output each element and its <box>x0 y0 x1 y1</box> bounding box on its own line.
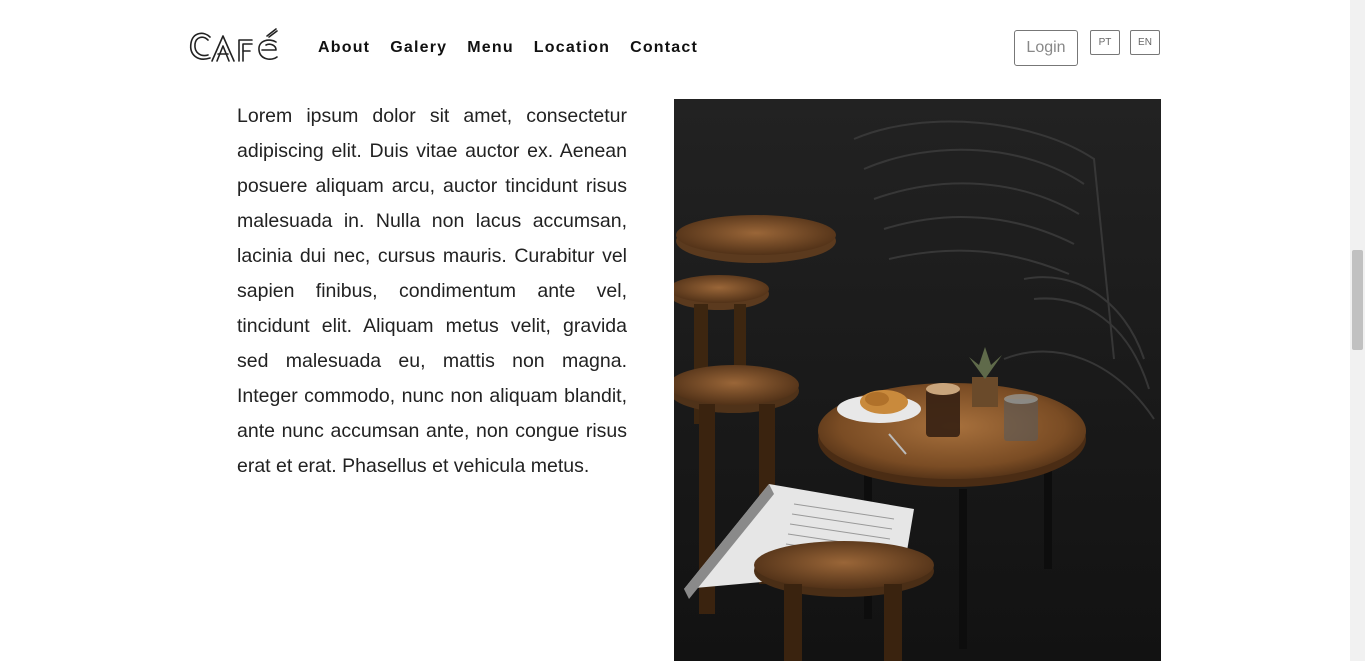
cafe-logo[interactable] <box>188 26 284 66</box>
language-pt-button[interactable]: PT <box>1090 30 1120 55</box>
nav-item-menu[interactable]: Menu <box>467 39 514 57</box>
nav-item-location[interactable]: Location <box>534 39 610 57</box>
nav-item-galery[interactable]: Galery <box>390 39 447 57</box>
language-en-button[interactable]: EN <box>1130 30 1160 55</box>
intro-paragraph: Lorem ipsum dolor sit amet, consectetur … <box>237 105 627 477</box>
main-nav: About Galery Menu Location Contact <box>318 39 718 57</box>
cafe-photo <box>674 99 1161 661</box>
scrollbar-thumb[interactable] <box>1352 250 1363 350</box>
site-header: About Galery Menu Location Contact Login… <box>0 0 1350 97</box>
cafe-table-image <box>674 99 1161 661</box>
cafe-logo-graphic <box>189 28 278 62</box>
page-scrollbar[interactable] <box>1350 0 1365 661</box>
login-button[interactable]: Login <box>1014 30 1078 66</box>
page: About Galery Menu Location Contact Login… <box>0 0 1350 661</box>
nav-item-contact[interactable]: Contact <box>630 39 698 57</box>
nav-item-about[interactable]: About <box>318 39 370 57</box>
